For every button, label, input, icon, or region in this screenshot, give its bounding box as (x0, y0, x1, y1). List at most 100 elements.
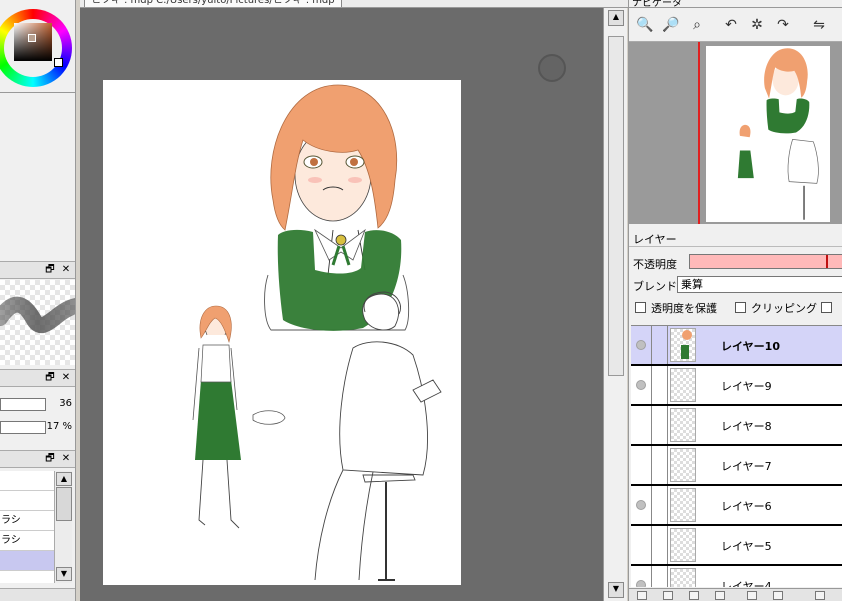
new-layer-icon[interactable] (637, 591, 647, 600)
layer-list: レイヤー10 レイヤー9 レイヤー8 レイヤー7 レイヤー6 レイヤー5 レイヤ… (631, 325, 842, 587)
brush-list-item[interactable]: ラシ (0, 531, 54, 551)
visibility-eye-icon[interactable] (636, 580, 646, 587)
column-divider (651, 366, 652, 404)
brush-list-item[interactable] (0, 491, 54, 511)
brush-size-slider[interactable]: 36 (0, 396, 75, 412)
brush-stroke-preview-graphic (0, 296, 75, 333)
brush-list: ラシ ラシ (0, 471, 54, 591)
column-divider (667, 326, 668, 364)
layer-row-selected[interactable]: レイヤー10 (631, 326, 842, 366)
close-icon[interactable]: ✕ (60, 372, 72, 384)
layer-thumbnail (670, 448, 696, 482)
navigator-title-bar: ナビゲータ (629, 0, 842, 8)
scroll-up-icon[interactable]: ▲ (608, 10, 624, 26)
close-icon[interactable]: ✕ (60, 264, 72, 276)
column-divider (667, 446, 668, 484)
layer-row[interactable]: レイヤー6 (631, 486, 842, 526)
lock-checkbox[interactable] (821, 302, 832, 313)
rotate-right-icon[interactable]: ↷ (773, 15, 793, 35)
rotate-reset-icon[interactable]: ✲ (747, 15, 767, 35)
document-tab-strip: ヒツキ . mdp C:/Users/yuito/Pictures/ヒツキ . … (80, 0, 628, 8)
clipping-label: クリッピング (751, 302, 817, 315)
delete-layer-icon[interactable] (815, 591, 825, 600)
brush-list-scroll-thumb[interactable] (56, 487, 72, 521)
column-divider (667, 486, 668, 524)
new-folder-icon[interactable] (715, 591, 725, 600)
column-divider (667, 406, 668, 444)
layer-opacity-marker[interactable] (826, 255, 828, 268)
layer-row[interactable]: レイヤー4 (631, 566, 842, 587)
dock-icon[interactable]: 🗗 (44, 372, 56, 384)
layer-panel-footer (629, 588, 842, 601)
dock-icon[interactable]: 🗗 (44, 264, 56, 276)
column-divider (667, 566, 668, 587)
brush-list-scrollbar[interactable]: ▲ ▼ (54, 471, 72, 583)
new-1bit-layer-icon[interactable] (689, 591, 699, 600)
column-divider (651, 566, 652, 587)
column-divider (667, 526, 668, 564)
duplicate-layer-icon[interactable] (747, 591, 757, 600)
secondary-color-swatch[interactable] (54, 58, 63, 67)
visibility-eye-icon[interactable] (636, 340, 646, 350)
layer-opacity-slider[interactable] (689, 254, 842, 269)
canvas-area[interactable] (80, 8, 603, 601)
left-panel-footer (0, 588, 75, 601)
protect-alpha-checkbox[interactable] (635, 302, 646, 313)
layer-thumbnail (670, 568, 696, 587)
clipping-checkbox[interactable] (735, 302, 746, 313)
zoom-in-icon[interactable]: 🔍 (635, 15, 655, 35)
brush-opacity-slider[interactable]: 17 % (0, 419, 75, 435)
visibility-eye-icon[interactable] (636, 380, 646, 390)
left-panel: 🗗 ✕ 🗗 ✕ 36 17 % 🗗 ✕ ラシ ラシ ▲ ▼ (0, 0, 76, 601)
color-saturation-square[interactable] (14, 23, 52, 61)
brush-list-item-selected[interactable] (0, 551, 54, 571)
scroll-down-icon[interactable]: ▼ (56, 567, 72, 581)
brush-size-value: 36 (59, 398, 72, 409)
layer-row[interactable]: レイヤー7 (631, 446, 842, 486)
divider (0, 92, 75, 93)
layer-row[interactable]: レイヤー5 (631, 526, 842, 566)
blend-mode-select[interactable]: 乗算 (677, 276, 842, 293)
zoom-out-icon[interactable]: 🔎 (661, 15, 681, 35)
layer-thumbnail (670, 368, 696, 402)
navigator-title: ナビゲータ (632, 0, 682, 8)
brush-preview-header: 🗗 ✕ (0, 261, 75, 279)
layer-row[interactable]: レイヤー8 (631, 406, 842, 446)
column-divider (651, 526, 652, 564)
document-tab[interactable]: ヒツキ . mdp C:/Users/yuito/Pictures/ヒツキ . … (84, 0, 342, 7)
new-halftone-layer-icon[interactable] (663, 591, 673, 600)
canvas-vertical-scrollbar[interactable]: ▲ ▼ (603, 8, 627, 601)
navigator-preview[interactable] (629, 42, 842, 224)
scroll-up-icon[interactable]: ▲ (56, 472, 72, 486)
close-icon[interactable]: ✕ (60, 453, 72, 465)
layer-row[interactable]: レイヤー9 (631, 366, 842, 406)
flip-horizontal-icon[interactable]: ⇋ (809, 15, 829, 35)
layer-name: レイヤー9 (721, 380, 772, 393)
brush-list-item[interactable]: ラシ (0, 511, 54, 531)
brush-list-header: 🗗 ✕ (0, 450, 75, 468)
brush-opacity-bar[interactable] (0, 421, 46, 434)
column-divider (667, 366, 668, 404)
brush-stroke-preview (0, 280, 75, 365)
layer-thumbnail (670, 488, 696, 522)
dock-icon[interactable]: 🗗 (44, 453, 56, 465)
color-picker-cursor[interactable] (28, 34, 36, 42)
column-divider (651, 406, 652, 444)
zoom-reset-icon[interactable]: ⌕ (687, 15, 707, 35)
layer-name: レイヤー7 (721, 460, 772, 473)
canvas-scroll-thumb[interactable] (608, 36, 624, 376)
brush-opacity-value: 17 % (46, 421, 72, 432)
merge-down-icon[interactable] (773, 591, 783, 600)
blend-label: ブレンド (633, 280, 677, 293)
opacity-label: 不透明度 (633, 258, 677, 271)
drawing-canvas[interactable] (103, 80, 461, 585)
rotate-left-icon[interactable]: ↶ (721, 15, 741, 35)
brush-list-item[interactable] (0, 471, 54, 491)
column-divider (651, 446, 652, 484)
artwork (192, 84, 442, 581)
brush-size-bar[interactable] (0, 398, 46, 411)
sitting-boy-figure (314, 291, 442, 581)
visibility-eye-icon[interactable] (636, 500, 646, 510)
scroll-down-icon[interactable]: ▼ (608, 582, 624, 598)
protect-alpha-label: 透明度を保護 (651, 302, 717, 315)
